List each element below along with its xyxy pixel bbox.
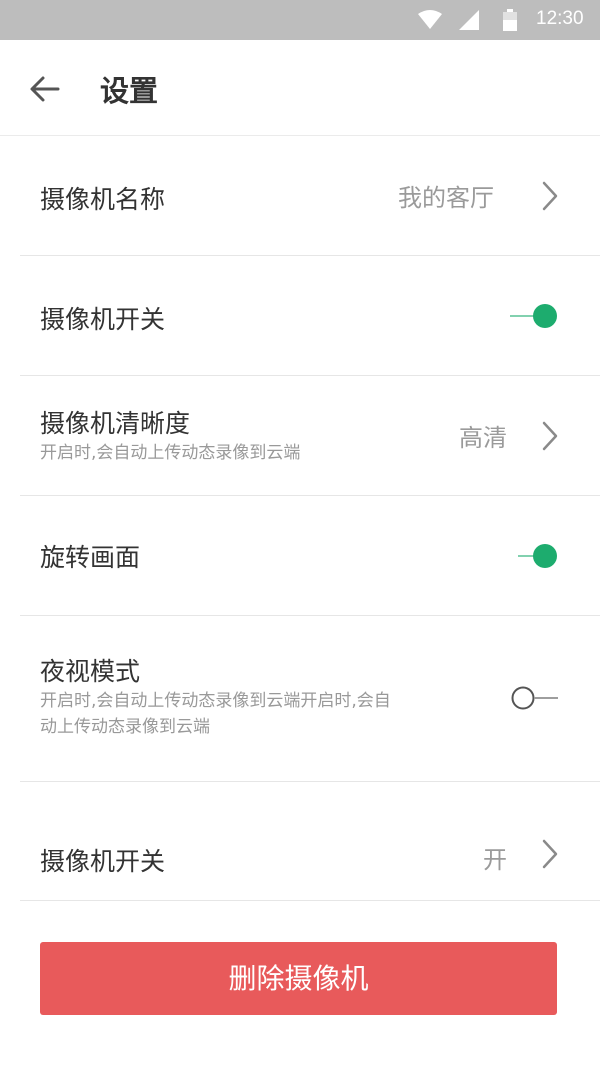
chevron-right-icon [542,181,558,211]
setting-value: 高清 [459,424,507,452]
back-button[interactable] [24,68,66,110]
setting-value: 开 [483,846,507,874]
app-header: 设置 [0,40,600,136]
camera-power-toggle[interactable] [508,302,562,330]
setting-night-vision: 夜视模式 开启时,会自动上传动态录像到云端开启时,会自 动上传动态录像到云端 [20,616,600,782]
setting-description-line-2: 动上传动态录像到云端 [40,717,210,737]
wifi-icon [418,10,442,29]
setting-camera-clarity[interactable]: 摄像机清晰度 开启时,会自动上传动态录像到云端 高清 [20,376,600,496]
night-vision-toggle[interactable] [508,685,560,711]
setting-camera-switch[interactable]: 摄像机开关 开 [20,782,600,901]
setting-description: 开启时,会自动上传动态录像到云端 [40,443,301,463]
setting-rotate-image: 旋转画面 [20,496,600,616]
setting-label: 摄像机清晰度 [40,409,191,438]
battery-icon [503,9,517,31]
arrow-left-icon [30,76,60,102]
chevron-right-icon [542,421,558,451]
setting-camera-name[interactable]: 摄像机名称 我的客厅 [20,136,600,256]
rotate-image-toggle[interactable] [516,542,562,570]
page-title: 设置 [100,74,159,108]
setting-value: 我的客厅 [398,184,494,212]
setting-label: 摄像机开关 [40,305,166,334]
setting-label: 旋转画面 [40,543,141,572]
status-bar: 12:30 [0,0,600,40]
setting-description-line-1: 开启时,会自动上传动态录像到云端开启时,会自 [40,691,391,711]
setting-label: 摄像机开关 [40,847,166,876]
setting-camera-power: 摄像机开关 [20,256,600,376]
delete-camera-button[interactable]: 删除摄像机 [40,942,557,1015]
setting-label: 夜视模式 [40,657,141,686]
status-time: 12:30 [536,8,584,29]
cellular-signal-icon [459,10,479,30]
chevron-right-icon [542,839,558,869]
setting-label: 摄像机名称 [40,185,166,214]
